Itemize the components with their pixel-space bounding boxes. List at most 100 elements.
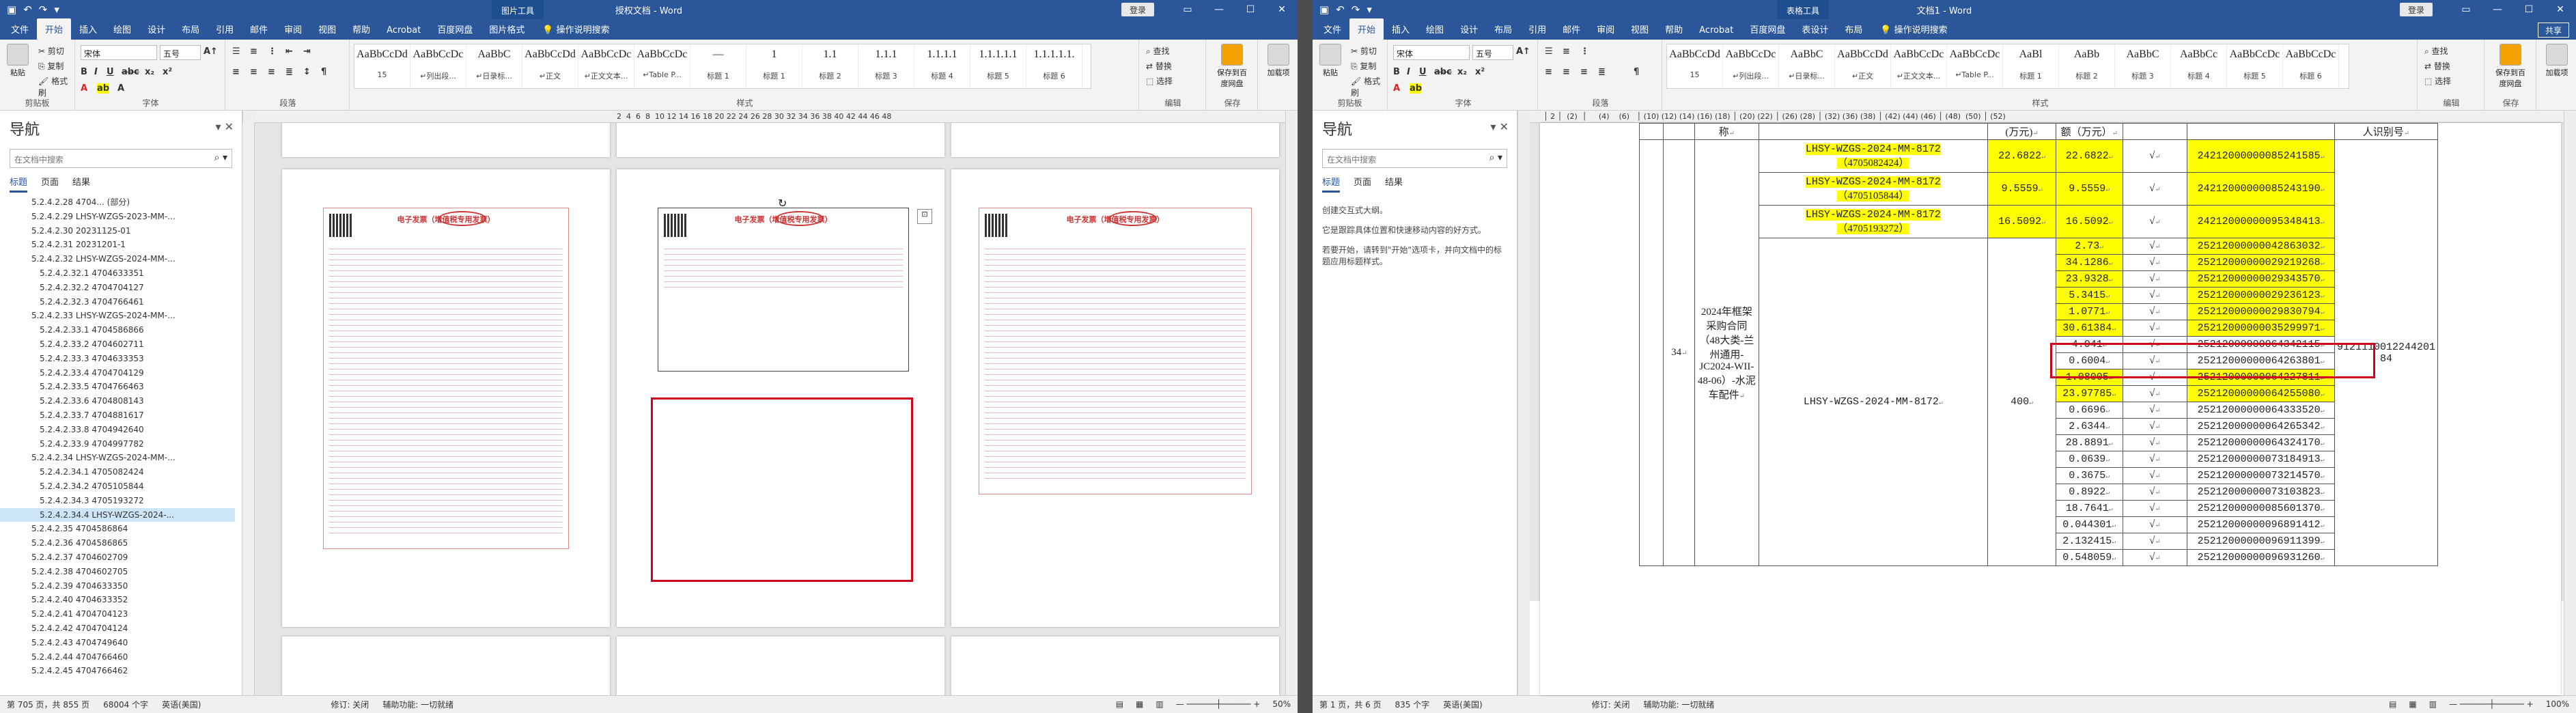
addins-icon[interactable] bbox=[1268, 44, 1289, 66]
amount-cell[interactable]: 9.5559↵ bbox=[1987, 172, 2056, 206]
tab-10[interactable]: 帮助 bbox=[344, 18, 378, 40]
addins-button[interactable]: 加载项 bbox=[1268, 68, 1290, 77]
amount-cell[interactable]: 30.61384↵ bbox=[2055, 320, 2123, 337]
style-item[interactable]: AaBbCcDc ↵正文文本... bbox=[1891, 44, 1947, 88]
align-center-icon[interactable]: ≡ bbox=[250, 67, 257, 77]
invoice-no-cell[interactable]: 25212000000029830794↵ bbox=[2187, 303, 2335, 320]
amount-cell[interactable]: 16.5092↵ bbox=[1987, 205, 2056, 238]
check-cell[interactable]: √↵ bbox=[2122, 303, 2188, 320]
tab-9[interactable]: 视图 bbox=[310, 18, 344, 40]
align-left-icon[interactable]: ≡ bbox=[232, 67, 240, 77]
bullets-icon[interactable]: ☰ bbox=[1545, 46, 1553, 57]
amount-cell[interactable]: 0.548059↵ bbox=[2055, 549, 2123, 566]
nav-heading-item[interactable]: 5.2.4.2.34 LHSY-WZGS-2024-MM-... bbox=[0, 451, 235, 465]
nav-heading-item[interactable]: 5.2.4.2.32.2 4704704127 bbox=[0, 281, 235, 295]
highlight-icon[interactable]: ab bbox=[1410, 83, 1423, 94]
check-cell[interactable]: √↵ bbox=[2122, 172, 2188, 206]
italic-icon[interactable]: I bbox=[94, 67, 98, 77]
check-cell[interactable]: √↵ bbox=[2122, 270, 2188, 288]
invoice-no-cell[interactable]: 25212000000096911399↵ bbox=[2187, 533, 2335, 550]
style-item[interactable]: AaBbC ↵日录标... bbox=[1779, 44, 1835, 88]
check-cell[interactable]: √↵ bbox=[2122, 418, 2188, 435]
style-item[interactable]: AaBb 标题 2 bbox=[2059, 44, 2115, 88]
style-item[interactable]: AaBbC ↵日录标... bbox=[466, 44, 522, 88]
tax-amount-cell[interactable]: 16.5092↵ bbox=[2055, 205, 2123, 238]
amount-cell[interactable]: 0.044301↵ bbox=[2055, 516, 2123, 533]
language[interactable]: 英语(美国) bbox=[162, 699, 201, 710]
tab-1[interactable]: 开始 bbox=[37, 18, 72, 40]
zoom-level[interactable]: 100% bbox=[2546, 699, 2569, 709]
paste-button[interactable]: 粘贴 bbox=[1323, 68, 1338, 77]
baidu-save-button[interactable]: 保存到百度网盘 bbox=[1217, 68, 1247, 88]
superscript-icon[interactable]: x² bbox=[163, 67, 172, 77]
nav-heading-item[interactable]: 5.2.4.2.36 4704586865 bbox=[0, 536, 235, 550]
invoice-no-cell[interactable]: 25212000000096891412↵ bbox=[2187, 516, 2335, 533]
nav-heading-item[interactable]: 5.2.4.2.32.3 4704766461 bbox=[0, 295, 235, 309]
amount-cell[interactable]: 34.1286↵ bbox=[2055, 254, 2123, 271]
font-size-select[interactable]: 五号 bbox=[1472, 45, 1513, 60]
search-icon[interactable]: ⌕ ▾ bbox=[214, 152, 227, 163]
amount-cell[interactable]: 0.0639↵ bbox=[2055, 451, 2123, 468]
cell[interactable] bbox=[1663, 123, 1696, 140]
format-painter-button[interactable]: 🖌 格式刷 bbox=[38, 75, 74, 98]
nav-heading-item[interactable]: 5.2.4.2.34.2 4705105844 bbox=[0, 479, 235, 494]
strikethrough-icon[interactable]: abc bbox=[1434, 67, 1452, 77]
horizontal-ruler[interactable]: 2 4 6 8 10 12 14 16 18 20 22 24 26 28 30… bbox=[255, 111, 1298, 123]
close-icon[interactable]: ✕ bbox=[2545, 0, 2576, 19]
style-item[interactable]: AaBbCcDd ↵正文 bbox=[522, 44, 578, 88]
style-item[interactable]: AaBl 标题 1 bbox=[2003, 44, 2059, 88]
check-cell[interactable]: √↵ bbox=[2122, 484, 2188, 501]
share-button[interactable]: 共享 bbox=[2537, 23, 2569, 38]
style-item[interactable]: 1.1.1.1.1 标题 5 bbox=[970, 44, 1026, 88]
autosave-icon[interactable]: ▣ bbox=[7, 3, 16, 16]
char-shading-icon[interactable]: A bbox=[117, 83, 124, 94]
redo-icon[interactable]: ↷ bbox=[1352, 3, 1360, 16]
bold-icon[interactable]: B bbox=[81, 67, 87, 77]
invoice-no-cell[interactable]: 25212000000064324170↵ bbox=[2187, 434, 2335, 451]
invoice-no-cell[interactable]: 25212000000064333520↵ bbox=[2187, 402, 2335, 419]
read-mode-icon[interactable]: ▤ bbox=[2389, 699, 2396, 709]
nav-heading-item[interactable]: 5.2.4.2.30 20231125-01 bbox=[0, 224, 235, 238]
style-item[interactable]: — 标题 1 bbox=[690, 44, 746, 88]
style-item[interactable]: 1.1 标题 2 bbox=[802, 44, 858, 88]
style-item[interactable]: AaBbCcDc ↵Table P... bbox=[1947, 44, 2003, 88]
invoice-no-cell[interactable]: 24212000000085243190↵ bbox=[2187, 172, 2335, 206]
print-layout-icon[interactable]: ▦ bbox=[2409, 699, 2416, 709]
paste-icon[interactable] bbox=[7, 44, 29, 66]
nav-tab-0[interactable]: 标题 bbox=[1322, 175, 1341, 193]
highlight-icon[interactable]: ab bbox=[97, 83, 110, 94]
select-button[interactable]: ⬚ 选择 bbox=[1146, 75, 1173, 87]
contract-cell[interactable]: LHSY-WZGS-2024-MM-8172 （4705082424） bbox=[1758, 139, 1989, 173]
nav-heading-item[interactable]: 5.2.4.2.33.3 4704633353 bbox=[0, 352, 235, 366]
tab-12[interactable]: 百度网盘 bbox=[429, 18, 481, 40]
amount-cell[interactable]: 28.8891↵ bbox=[2055, 434, 2123, 451]
superscript-icon[interactable]: x² bbox=[1475, 67, 1485, 77]
redo-icon[interactable]: ↷ bbox=[39, 3, 48, 16]
numbering-icon[interactable]: ≡ bbox=[250, 46, 257, 57]
cell[interactable] bbox=[2122, 123, 2188, 140]
tab-8[interactable]: 审阅 bbox=[276, 18, 310, 40]
amount-cell[interactable]: 1.0771↵ bbox=[2055, 303, 2123, 320]
nav-heading-item[interactable]: 5.2.4.2.33.4 4704704129 bbox=[0, 366, 235, 380]
nav-heading-item[interactable]: 5.2.4.2.28 4704... (部分) bbox=[0, 195, 235, 210]
increase-indent-icon[interactable]: ⇥ bbox=[303, 46, 311, 57]
style-item[interactable]: AaBbCcDd 15 bbox=[354, 44, 410, 88]
amount-cell[interactable]: 2.73↵ bbox=[2055, 238, 2123, 255]
subscript-icon[interactable]: x₂ bbox=[145, 67, 154, 77]
invoice-image[interactable]: 电子发票（增值税专用发票） bbox=[323, 208, 569, 549]
doc-scrollbar[interactable] bbox=[2564, 111, 2576, 695]
accessibility[interactable]: 辅助功能: 一切就绪 bbox=[1644, 699, 1715, 710]
invoice-no-cell[interactable]: 25212000000035299971↵ bbox=[2187, 320, 2335, 337]
addins-icon[interactable] bbox=[2546, 44, 2568, 66]
project-cell[interactable]: 2024年框架采购合同（48大类-兰州通用-JC2024-WII-48-06）-… bbox=[1694, 139, 1759, 566]
nav-heading-item[interactable]: 5.2.4.2.33.2 4704602711 bbox=[0, 337, 235, 352]
tab-3[interactable]: 绘图 bbox=[105, 18, 139, 40]
amount-cell[interactable]: 2.6344↵ bbox=[2055, 418, 2123, 435]
tab-12[interactable]: 百度网盘 bbox=[1741, 18, 1793, 40]
tab-4[interactable]: 设计 bbox=[1452, 18, 1486, 40]
tab-13[interactable]: 表设计 bbox=[1793, 18, 1836, 40]
ribbon-display-icon[interactable]: ▭ bbox=[1172, 0, 1203, 19]
check-cell[interactable]: √↵ bbox=[2122, 549, 2188, 566]
numbering-icon[interactable]: ≡ bbox=[1563, 46, 1570, 57]
doc-scrollbar[interactable] bbox=[1285, 111, 1298, 695]
